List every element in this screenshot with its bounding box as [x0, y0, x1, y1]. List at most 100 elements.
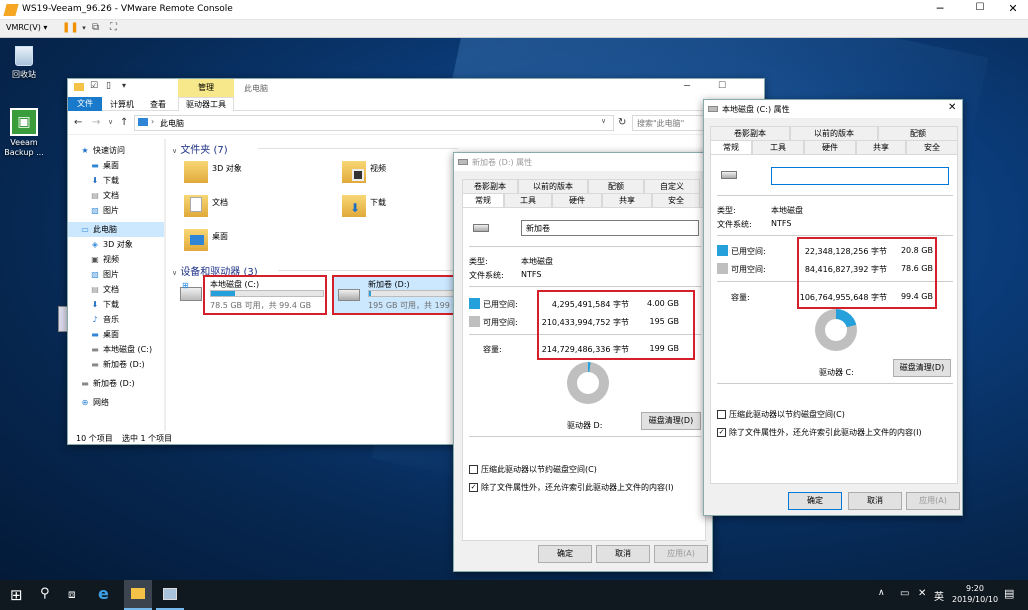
nav-item[interactable]: ▤ 文档: [68, 188, 166, 203]
ok-button[interactable]: 确定: [538, 545, 592, 563]
nav-item[interactable]: ▬ 本地磁盘 (C:): [68, 342, 166, 357]
folders-header[interactable]: ∨ 文件夹 (7): [172, 141, 228, 156]
pause-icon[interactable]: ❚❚ ▾: [62, 22, 86, 33]
tab-hardware[interactable]: 硬件: [552, 193, 602, 207]
explorer-maximize-button[interactable]: ☐: [718, 81, 726, 91]
volume-name-input[interactable]: [771, 167, 949, 185]
disk-cleanup-button[interactable]: 磁盘清理(D): [641, 412, 701, 430]
collapse-chevron-icon: ∨: [172, 147, 178, 155]
tray-chevron-icon[interactable]: ∧: [878, 588, 885, 598]
nav-item[interactable]: ▬ 新加卷 (D:): [68, 376, 166, 391]
explorer-minimize-button[interactable]: ─: [684, 81, 690, 92]
maximize-button[interactable]: ☐: [970, 2, 990, 13]
tab-shadow-copies[interactable]: 卷影副本: [710, 126, 790, 140]
tab-view[interactable]: 查看: [150, 99, 166, 110]
nav-item[interactable]: ▤ 文档: [68, 282, 166, 297]
fullscreen-icon[interactable]: ⛶: [110, 22, 117, 33]
nav-item[interactable]: ▬ 新加卷 (D:): [68, 357, 166, 372]
tab-general[interactable]: 常规: [710, 140, 752, 154]
tab-shadow-copies[interactable]: 卷影副本: [462, 179, 518, 193]
close-button[interactable]: ✕: [1003, 2, 1023, 15]
dialog-close-button[interactable]: ✕: [948, 102, 956, 113]
nav-item-label: 桌面: [103, 330, 119, 339]
tab-general[interactable]: 常规: [462, 193, 504, 207]
tab-security[interactable]: 安全: [906, 140, 958, 154]
video-icon: ▣: [91, 255, 99, 264]
tab-hardware[interactable]: 硬件: [804, 140, 856, 154]
nav-item[interactable]: ◈ 3D 对象: [68, 237, 166, 252]
notification-icon[interactable]: ▤: [1004, 587, 1014, 600]
index-checkbox[interactable]: ✓ 除了文件属性外，还允许索引此驱动器上文件的内容(I): [469, 482, 674, 493]
ime-indicator[interactable]: 英: [934, 588, 944, 603]
folder-label: 视频: [370, 164, 386, 173]
tab-security[interactable]: 安全: [652, 193, 700, 207]
compress-checkbox[interactable]: 压缩此驱动器以节约磁盘空间(C): [469, 464, 597, 475]
tab-sharing[interactable]: 共享: [602, 193, 652, 207]
back-arrow-icon[interactable]: ←: [74, 117, 82, 128]
tab-tools[interactable]: 工具: [752, 140, 804, 154]
volume-name-input[interactable]: 新加卷: [521, 220, 699, 236]
address-bar[interactable]: › 此电脑 ∨: [134, 115, 614, 131]
search-icon[interactable]: ⚲: [40, 586, 50, 601]
ok-button[interactable]: 确定: [788, 492, 842, 510]
tab-quota[interactable]: 配额: [588, 179, 644, 193]
ribbon-context-tab[interactable]: 管理: [178, 79, 234, 97]
tab-previous-versions[interactable]: 以前的版本: [790, 126, 878, 140]
doc-page-icon: [190, 197, 202, 212]
recent-dropdown-icon[interactable]: ∨: [108, 118, 113, 126]
taskbar-explorer-button[interactable]: [124, 580, 152, 610]
address-dropdown-icon[interactable]: ∨: [601, 117, 606, 125]
tab-quota[interactable]: 配额: [878, 126, 958, 140]
index-checkbox[interactable]: ✓ 除了文件属性外，还允许索引此驱动器上文件的内容(I): [717, 427, 922, 438]
nav-scrollbar[interactable]: [164, 139, 166, 431]
vmrc-logo-icon: [3, 4, 19, 16]
quick-access-check-icon[interactable]: ☑: [90, 81, 98, 91]
apply-button[interactable]: 应用(A): [654, 545, 708, 563]
type-label: 类型:: [717, 206, 736, 215]
quick-access-new-icon[interactable]: ▯: [106, 81, 111, 91]
up-arrow-icon[interactable]: ↑: [120, 117, 128, 128]
nav-item[interactable]: ▧ 图片: [68, 267, 166, 282]
start-windows-icon[interactable]: ⊞: [10, 586, 23, 604]
nav-item[interactable]: ♪ 音乐: [68, 312, 166, 327]
task-view-icon[interactable]: ⧈: [68, 587, 76, 602]
nav-item[interactable]: ★ 快速访问: [68, 143, 166, 158]
tab-previous-versions[interactable]: 以前的版本: [518, 179, 588, 193]
network-status-icon[interactable]: ▭: [900, 588, 909, 599]
nav-item[interactable]: ⬇ 下载: [68, 173, 166, 188]
volume-muted-icon[interactable]: ✕: [918, 588, 926, 599]
nav-item[interactable]: ▬ 桌面: [68, 158, 166, 173]
cancel-button[interactable]: 取消: [596, 545, 650, 563]
nav-item[interactable]: ▭ 此电脑: [68, 222, 166, 237]
nav-item[interactable]: ▧ 图片: [68, 203, 166, 218]
minimize-button[interactable]: ─: [930, 2, 950, 15]
nav-item[interactable]: ▬ 桌面: [68, 327, 166, 342]
tab-drive-tools[interactable]: 驱动器工具: [178, 97, 234, 111]
used-label: 已用空间:: [731, 247, 766, 256]
cancel-button[interactable]: 取消: [848, 492, 902, 510]
dropdown-icon[interactable]: ▾: [122, 81, 126, 90]
cube-icon: ◈: [91, 240, 99, 249]
nav-item[interactable]: ⊕ 网络: [68, 395, 166, 410]
taskbar-drive-button[interactable]: [156, 580, 184, 610]
disk-cleanup-button[interactable]: 磁盘清理(D): [893, 359, 951, 377]
send-ctrl-alt-del-icon[interactable]: ⧉: [92, 22, 99, 33]
internet-explorer-icon[interactable]: e: [98, 584, 109, 603]
desktop-icon-recycle-bin[interactable]: 回收站: [6, 46, 42, 80]
forward-arrow-icon[interactable]: →: [92, 117, 100, 128]
highlight-box: [203, 275, 327, 315]
tab-customize[interactable]: 自定义: [644, 179, 700, 193]
tab-sharing[interactable]: 共享: [856, 140, 906, 154]
picture-icon: ▧: [91, 270, 99, 279]
refresh-icon[interactable]: ↻: [618, 117, 626, 128]
tab-file[interactable]: 文件: [68, 97, 102, 111]
nav-item[interactable]: ⬇ 下载: [68, 297, 166, 312]
clock[interactable]: 9:20 2019/10/10: [952, 583, 998, 605]
tab-tools[interactable]: 工具: [504, 193, 552, 207]
compress-checkbox[interactable]: 压缩此驱动器以节约磁盘空间(C): [717, 409, 845, 420]
apply-button[interactable]: 应用(A): [906, 492, 960, 510]
vmrc-menu[interactable]: VMRC(V) ▾: [6, 23, 47, 32]
nav-item[interactable]: ▣ 视频: [68, 252, 166, 267]
desktop-icon-veeam[interactable]: ▣ Veeam Backup ...: [4, 108, 44, 158]
tab-computer[interactable]: 计算机: [110, 99, 134, 110]
